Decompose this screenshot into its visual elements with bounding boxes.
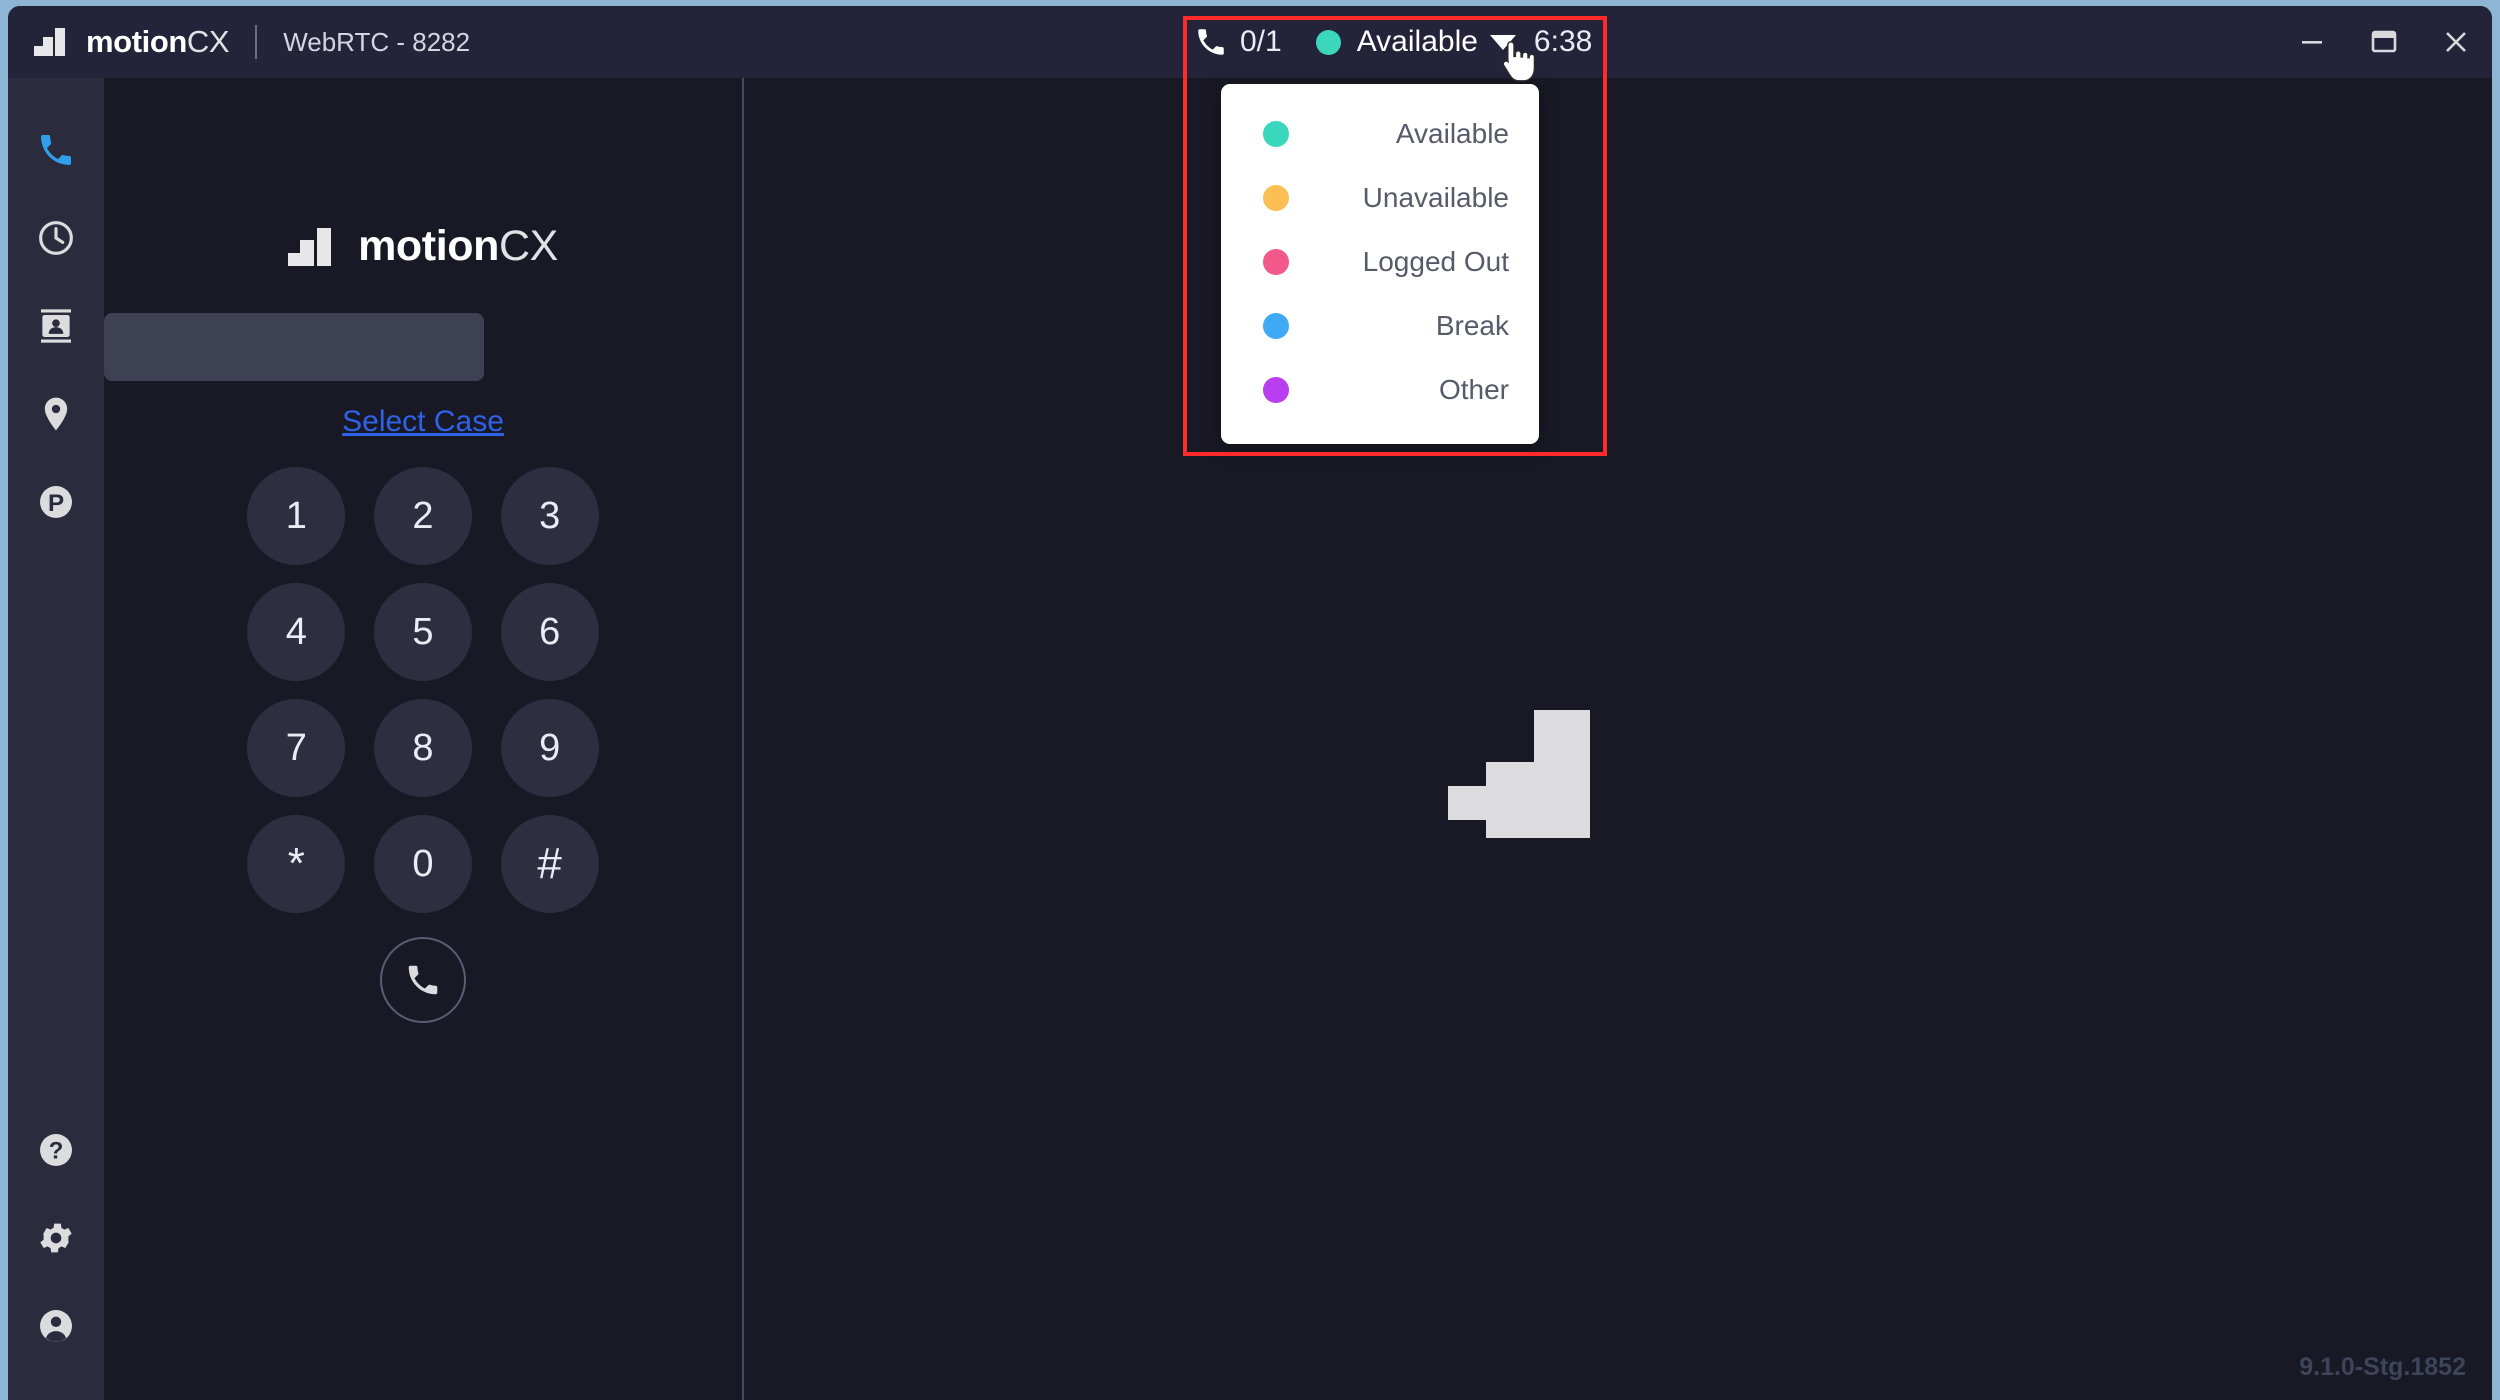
contact-card-icon (41, 309, 71, 343)
phone-icon (41, 135, 71, 165)
user-avatar-icon (40, 1310, 72, 1342)
parking-p-icon: P (40, 486, 72, 518)
app-version-label: 9.1.0-Stg.1852 (2299, 1353, 2466, 1381)
status-option-label: Available (1395, 118, 1509, 149)
select-case-link[interactable]: Select Case (104, 405, 742, 439)
status-option-label: Other (1438, 374, 1509, 405)
sidebar-item-location[interactable] (8, 370, 104, 458)
dialpad-key-1[interactable]: 1 (247, 467, 346, 565)
minimize-button[interactable] (2276, 6, 2348, 78)
dialpad-key-3[interactable]: 3 (500, 467, 599, 565)
clock-icon (39, 221, 73, 255)
phone-call-icon (408, 965, 438, 995)
window-subtitle: WebRTC - 8282 (283, 26, 471, 57)
status-color-dot (1263, 377, 1289, 403)
brand-title: motionCX (86, 24, 230, 60)
dialpad-key-5[interactable]: 5 (373, 583, 472, 681)
sidebar-item-account[interactable] (8, 1282, 104, 1370)
minimize-icon (2302, 41, 2322, 44)
dialer-branding: motionCX (253, 222, 593, 271)
current-status-label[interactable]: Available (1357, 25, 1478, 59)
status-option-logged-out[interactable]: Logged Out (1221, 230, 1539, 294)
dialer-brand-title: motionCX (358, 222, 558, 271)
status-option-label: Break (1435, 310, 1509, 341)
dialer-panel: motionCX Select Case 1 2 3 4 5 6 7 8 9 *… (104, 78, 744, 1400)
sidebar-item-contacts[interactable] (8, 282, 104, 370)
app-window: motionCX WebRTC - 8282 0/1 Available 6:3… (8, 6, 2492, 1400)
dialer-brand-light: CX (498, 222, 558, 270)
map-pin-icon (44, 397, 68, 431)
close-icon (2446, 32, 2466, 52)
main-content-area: 9.1.0-Stg.1852 (746, 78, 2492, 1400)
sidebar-item-dialer[interactable] (8, 106, 104, 194)
dialpad-key-star[interactable]: * (247, 815, 346, 913)
sidebar-item-history[interactable] (8, 194, 104, 282)
sidebar-bottom-group: ? (8, 1106, 104, 1400)
dialer-brand-bold: motion (358, 222, 499, 270)
brand-light: CX (186, 24, 230, 59)
app-branding: motionCX WebRTC - 8282 (8, 24, 470, 60)
title-divider (255, 25, 258, 59)
maximize-icon (2371, 30, 2397, 53)
status-option-label: Logged Out (1362, 246, 1509, 277)
active-calls-count: 0/1 (1240, 25, 1282, 58)
dialpad-keypad: 1 2 3 4 5 6 7 8 9 * 0 # (233, 467, 613, 913)
sidebar-item-help[interactable]: ? (8, 1106, 104, 1194)
status-timer: 6:38 (1533, 25, 1593, 58)
status-option-available[interactable]: Available (1221, 102, 1539, 166)
status-color-dot (1263, 249, 1289, 275)
svg-text:P: P (48, 490, 64, 517)
maximize-button[interactable] (2348, 6, 2420, 78)
dialpad-key-6[interactable]: 6 (500, 583, 599, 681)
status-option-other[interactable]: Other (1221, 358, 1539, 422)
pointing-hand-cursor-icon (1495, 36, 1536, 84)
svg-text:?: ? (49, 1138, 64, 1165)
phone-number-input[interactable] (104, 313, 484, 381)
status-option-label: Unavailable (1362, 182, 1509, 213)
dialpad-key-9[interactable]: 9 (500, 699, 599, 797)
status-option-unavailable[interactable]: Unavailable (1221, 166, 1539, 230)
motioncx-bars-logo-icon (34, 28, 72, 56)
close-button[interactable] (2420, 6, 2492, 78)
status-color-dot (1263, 121, 1289, 147)
status-option-break[interactable]: Break (1221, 294, 1539, 358)
status-color-dot (1263, 313, 1289, 339)
call-button[interactable] (380, 937, 466, 1023)
sidebar-item-parking[interactable]: P (8, 458, 104, 546)
brand-bold: motion (86, 24, 187, 59)
title-bar: motionCX WebRTC - 8282 0/1 Available 6:3… (8, 6, 2492, 78)
sidebar-item-settings[interactable] (8, 1194, 104, 1282)
window-controls (2276, 6, 2492, 78)
phone-handset-icon (1194, 25, 1228, 59)
dialpad-key-0[interactable]: 0 (373, 815, 472, 913)
status-dropdown-menu: Available Unavailable Logged Out Break O… (1221, 84, 1539, 444)
dialpad-key-8[interactable]: 8 (373, 699, 472, 797)
dialpad-key-7[interactable]: 7 (247, 699, 346, 797)
dialpad-key-2[interactable]: 2 (373, 467, 472, 565)
left-sidebar: P ? (8, 78, 104, 1400)
motioncx-bars-watermark-icon (1448, 710, 1614, 838)
motioncx-bars-logo-icon (288, 227, 340, 266)
gear-icon (40, 1223, 72, 1253)
current-status-dot (1315, 29, 1341, 55)
sidebar-top-group: P (8, 78, 104, 546)
dialpad-key-hash[interactable]: # (500, 815, 599, 913)
dialpad-key-4[interactable]: 4 (247, 583, 346, 681)
help-question-icon: ? (40, 1134, 72, 1166)
status-color-dot (1263, 185, 1289, 211)
